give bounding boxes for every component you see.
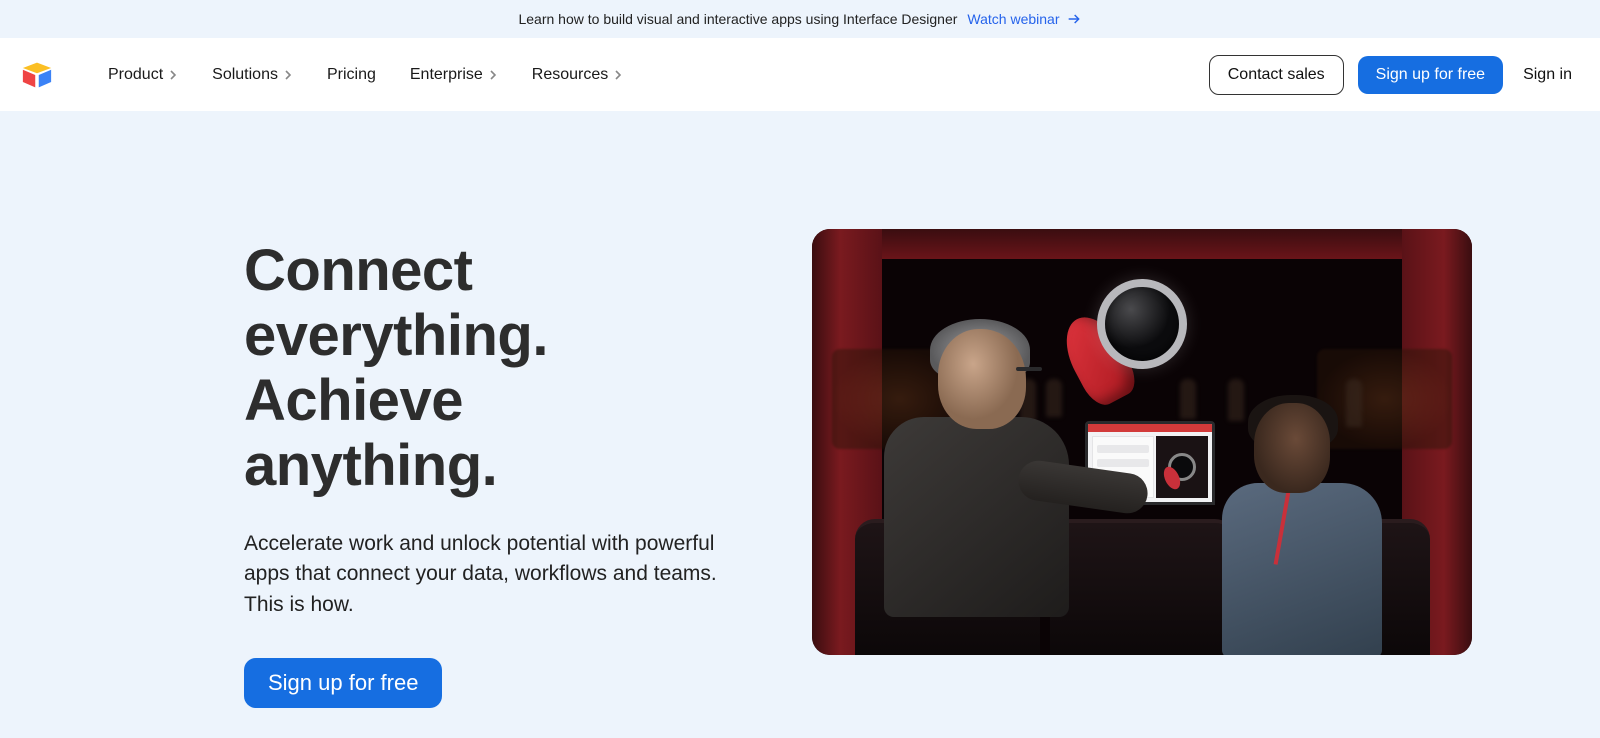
hero-title-line: Achieve — [244, 368, 463, 433]
chevron-right-icon — [168, 70, 178, 80]
nav-item-label: Enterprise — [410, 66, 483, 84]
chevron-right-icon — [613, 70, 623, 80]
hero-title-line: everything. — [244, 303, 548, 368]
person-decor — [870, 325, 1060, 625]
signin-link[interactable]: Sign in — [1517, 66, 1578, 84]
hero-section: Connect everything. Achieve anything. Ac… — [0, 111, 1600, 708]
announcement-link-label: Watch webinar — [967, 11, 1059, 27]
arrow-right-icon — [1066, 11, 1082, 27]
nav-item-resources[interactable]: Resources — [532, 66, 623, 84]
airtable-logo-icon — [22, 61, 52, 89]
announcement-text: Learn how to build visual and interactiv… — [518, 11, 957, 27]
announcement-bar: Learn how to build visual and interactiv… — [0, 0, 1600, 38]
logo[interactable] — [22, 61, 52, 89]
nav-links: Product Solutions Pricing Enterprise Res… — [108, 66, 623, 84]
contact-sales-button[interactable]: Contact sales — [1209, 55, 1344, 95]
navbar: Product Solutions Pricing Enterprise Res… — [0, 38, 1600, 111]
signup-button[interactable]: Sign up for free — [1358, 56, 1503, 94]
chevron-right-icon — [488, 70, 498, 80]
nav-item-label: Pricing — [327, 66, 376, 84]
chevron-right-icon — [283, 70, 293, 80]
nav-item-label: Resources — [532, 66, 608, 84]
hero-image — [812, 229, 1472, 655]
hero-copy: Connect everything. Achieve anything. Ac… — [244, 229, 744, 708]
nav-left: Product Solutions Pricing Enterprise Res… — [22, 61, 623, 89]
announcement-link[interactable]: Watch webinar — [967, 11, 1081, 27]
hero-signup-button[interactable]: Sign up for free — [244, 658, 442, 708]
nav-item-label: Product — [108, 66, 163, 84]
nav-item-label: Solutions — [212, 66, 278, 84]
hero-title: Connect everything. Achieve anything. — [244, 239, 744, 499]
nav-item-pricing[interactable]: Pricing — [327, 66, 376, 84]
hero-subtitle: Accelerate work and unlock potential wit… — [244, 529, 744, 620]
hero-title-line: Connect — [244, 238, 473, 303]
hero-title-line: anything. — [244, 433, 497, 498]
curtain-decor — [812, 229, 1472, 259]
nav-item-solutions[interactable]: Solutions — [212, 66, 293, 84]
nav-item-enterprise[interactable]: Enterprise — [410, 66, 498, 84]
person-decor — [1222, 395, 1382, 655]
nav-right: Contact sales Sign up for free Sign in — [1209, 55, 1578, 95]
nav-item-product[interactable]: Product — [108, 66, 178, 84]
